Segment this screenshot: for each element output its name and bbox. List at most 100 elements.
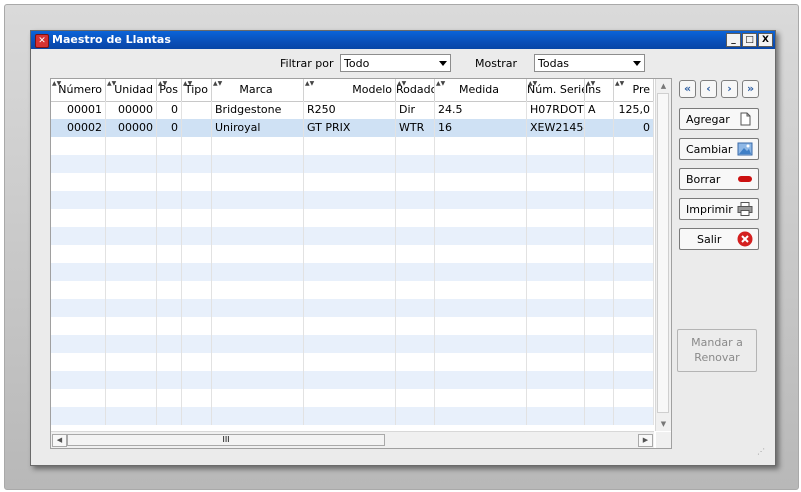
table-cell: A — [585, 101, 614, 119]
empty-cell — [614, 353, 654, 371]
empty-cell — [182, 407, 212, 425]
empty-row[interactable] — [51, 209, 654, 227]
empty-cell — [157, 281, 182, 299]
table-cell: XEW21454 — [527, 119, 585, 137]
empty-cell — [304, 353, 396, 371]
filter-label: Filtrar por — [280, 57, 334, 70]
empty-row[interactable] — [51, 173, 654, 191]
column-header[interactable]: ▲▼ Modelo — [304, 79, 396, 101]
empty-cell — [527, 227, 585, 245]
empty-cell — [527, 335, 585, 353]
empty-cell — [585, 335, 614, 353]
change-button[interactable]: Cambiar — [679, 138, 759, 160]
column-header[interactable]: ▲▼ Ins — [585, 79, 614, 101]
empty-cell — [304, 173, 396, 191]
vertical-scroll-thumb[interactable] — [657, 93, 669, 413]
column-header[interactable]: ▲▼ Núm. Serie — [527, 79, 585, 101]
table-cell: 16 — [435, 119, 527, 137]
column-header[interactable]: ▲▼ Marca — [212, 79, 304, 101]
empty-row[interactable] — [51, 281, 654, 299]
horizontal-scroll-thumb[interactable]: III — [67, 434, 385, 446]
empty-cell — [396, 137, 435, 155]
empty-cell — [614, 191, 654, 209]
minus-icon — [738, 176, 752, 182]
empty-cell — [51, 227, 106, 245]
empty-cell — [157, 335, 182, 353]
empty-row[interactable] — [51, 155, 654, 173]
resize-grip-icon[interactable]: ⋰ — [757, 447, 765, 456]
empty-cell — [614, 335, 654, 353]
empty-cell — [304, 209, 396, 227]
empty-cell — [527, 155, 585, 173]
previous-record-button[interactable]: ‹ — [700, 80, 717, 98]
exit-button[interactable]: Salir — [679, 228, 759, 250]
empty-cell — [304, 155, 396, 173]
sort-icon: ▲▼ — [107, 80, 117, 87]
delete-button-label: Borrar — [686, 173, 721, 186]
scroll-right-icon[interactable]: ▶ — [638, 434, 653, 447]
show-select[interactable]: Todas — [534, 54, 645, 72]
empty-cell — [527, 191, 585, 209]
empty-cell — [527, 371, 585, 389]
first-record-button[interactable]: « — [679, 80, 696, 98]
empty-cell — [51, 209, 106, 227]
maximize-button[interactable]: □ — [742, 33, 757, 47]
empty-row[interactable] — [51, 191, 654, 209]
next-record-button[interactable]: › — [721, 80, 738, 98]
filter-select[interactable]: Todo — [340, 54, 451, 72]
empty-row[interactable] — [51, 371, 654, 389]
empty-cell — [106, 245, 157, 263]
horizontal-scrollbar[interactable]: ◀ III ▶ — [51, 431, 654, 448]
column-header[interactable]: ▲▼ Medida — [435, 79, 527, 101]
scroll-up-icon[interactable]: ▲ — [656, 79, 671, 93]
print-button[interactable]: Imprimir — [679, 198, 759, 220]
scroll-left-icon[interactable]: ◀ — [52, 434, 67, 447]
empty-row[interactable] — [51, 335, 654, 353]
empty-row[interactable] — [51, 389, 654, 407]
empty-row[interactable] — [51, 245, 654, 263]
empty-cell — [106, 173, 157, 191]
empty-cell — [304, 263, 396, 281]
last-record-button[interactable]: » — [742, 80, 759, 98]
empty-cell — [585, 191, 614, 209]
vertical-scrollbar[interactable]: ▲ ▼ — [655, 79, 671, 431]
empty-cell — [106, 191, 157, 209]
column-header[interactable]: ▲▼ Rodado — [396, 79, 435, 101]
empty-cell — [396, 371, 435, 389]
empty-row[interactable] — [51, 299, 654, 317]
close-button[interactable]: X — [758, 33, 773, 47]
add-button[interactable]: Agregar — [679, 108, 759, 130]
empty-cell — [435, 245, 527, 263]
empty-row[interactable] — [51, 407, 654, 425]
empty-cell — [106, 227, 157, 245]
send-to-renew-button[interactable]: Mandar a Renovar — [677, 329, 757, 372]
empty-row[interactable] — [51, 263, 654, 281]
empty-cell — [585, 389, 614, 407]
minimize-button[interactable]: _ — [726, 33, 741, 47]
scroll-down-icon[interactable]: ▼ — [656, 417, 671, 431]
add-button-label: Agregar — [686, 113, 730, 126]
table-row[interactable]: 00002 00000 0 Uniroyal GT PRIX WTR 16 XEW21454 0 — [51, 119, 654, 137]
empty-cell — [51, 263, 106, 281]
empty-row[interactable] — [51, 317, 654, 335]
empty-cell — [435, 299, 527, 317]
tires-grid[interactable]: ▲▼ Número ▲▼ Unidad ▲▼ Pos ▲▼ Tipo ▲▼ Marca ▲▼ Mode… — [50, 78, 672, 449]
empty-cell — [585, 407, 614, 425]
empty-cell — [585, 317, 614, 335]
empty-row[interactable] — [51, 227, 654, 245]
chevron-down-icon — [633, 61, 641, 66]
empty-row[interactable] — [51, 137, 654, 155]
empty-cell — [435, 155, 527, 173]
delete-button[interactable]: Borrar — [679, 168, 759, 190]
column-header[interactable]: ▲▼ Número — [51, 79, 106, 101]
column-header[interactable]: ▲▼ Pos — [157, 79, 182, 101]
empty-cell — [157, 245, 182, 263]
column-header[interactable]: ▲▼ Tipo — [182, 79, 212, 101]
empty-cell — [396, 245, 435, 263]
empty-row[interactable] — [51, 353, 654, 371]
grid-header: ▲▼ Número ▲▼ Unidad ▲▼ Pos ▲▼ Tipo ▲▼ Marca ▲▼ Mode… — [51, 79, 654, 102]
empty-cell — [585, 173, 614, 191]
column-header[interactable]: ▲▼ Unidad — [106, 79, 157, 101]
column-header[interactable]: ▲▼ Pre — [614, 79, 654, 101]
table-row[interactable]: 00001 00000 0 Bridgestone R250 Dir 24.5 H07RDOT… — [51, 101, 654, 119]
